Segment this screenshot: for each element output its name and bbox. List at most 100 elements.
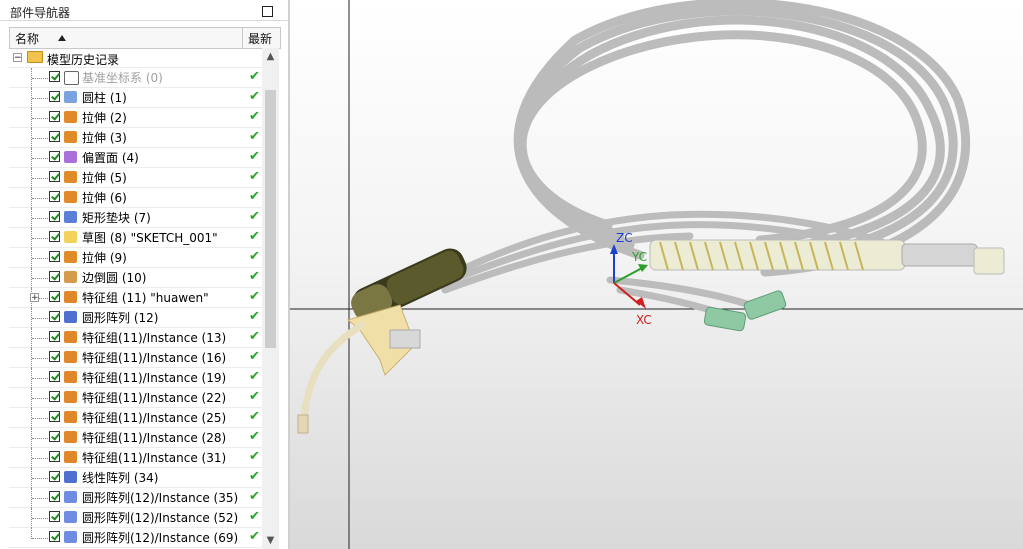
extrude-icon	[64, 111, 77, 123]
tree-row[interactable]: 基准坐标系 (0) ✔	[9, 68, 262, 88]
tree-scrollbar[interactable]: ▲ ▼	[262, 48, 279, 549]
column-divider[interactable]	[242, 28, 243, 48]
up-to-date-check-icon: ✔	[249, 109, 260, 124]
tree-row[interactable]: 特征组(11)/Instance (16) ✔	[9, 348, 262, 368]
scroll-up-icon[interactable]: ▲	[262, 48, 279, 65]
visibility-checkbox[interactable]	[49, 291, 60, 302]
offset-face-icon	[64, 151, 77, 163]
visibility-checkbox[interactable]	[49, 371, 60, 382]
up-to-date-check-icon: ✔	[249, 429, 260, 444]
visibility-checkbox[interactable]	[49, 411, 60, 422]
torch-tip	[297, 414, 309, 434]
visibility-checkbox[interactable]	[49, 271, 60, 282]
feature-label: 特征组(11)/Instance (28)	[82, 431, 227, 445]
visibility-checkbox[interactable]	[49, 451, 60, 462]
visibility-checkbox[interactable]	[49, 511, 60, 522]
tree-row[interactable]: 偏置面 (4) ✔	[9, 148, 262, 168]
up-to-date-check-icon: ✔	[249, 309, 260, 324]
collapse-icon[interactable]: −	[13, 53, 22, 63]
column-header-latest[interactable]: 最新	[248, 30, 272, 47]
visibility-checkbox[interactable]	[49, 331, 60, 342]
sketch-icon	[64, 231, 77, 243]
visibility-checkbox[interactable]	[49, 351, 60, 362]
up-to-date-check-icon: ✔	[249, 89, 260, 104]
feature-group-icon	[64, 331, 77, 343]
tree-connector-line	[32, 238, 48, 239]
tree-row[interactable]: 矩形垫块 (7) ✔	[9, 208, 262, 228]
pad-icon	[64, 211, 77, 223]
tree-row[interactable]: 特征组(11)/Instance (25) ✔	[9, 408, 262, 428]
feature-label: 特征组(11)/Instance (19)	[82, 371, 227, 385]
feature-label: 圆形阵列 (12)	[82, 311, 159, 325]
tree-row[interactable]: 特征组(11)/Instance (28) ✔	[9, 428, 262, 448]
tree-row[interactable]: 特征组(11)/Instance (31) ✔	[9, 448, 262, 468]
visibility-checkbox[interactable]	[49, 211, 60, 222]
visibility-checkbox[interactable]	[49, 151, 60, 162]
up-to-date-check-icon: ✔	[249, 149, 260, 164]
pattern-instance-icon	[64, 511, 77, 523]
datum-csys-icon	[64, 71, 79, 85]
up-to-date-check-icon: ✔	[249, 229, 260, 244]
up-to-date-check-icon: ✔	[249, 509, 260, 524]
tree-connector-line	[32, 218, 48, 219]
column-header-name[interactable]: 名称	[15, 30, 39, 47]
cylinder-icon	[64, 91, 77, 103]
feature-label: 特征组(11)/Instance (22)	[82, 391, 227, 405]
up-to-date-check-icon: ✔	[249, 489, 260, 504]
graphics-viewport[interactable]: ZC YC XC	[290, 0, 1023, 549]
visibility-checkbox[interactable]	[49, 311, 60, 322]
tree-row[interactable]: 圆形阵列(12)/Instance (69) ✔	[9, 528, 262, 548]
visibility-checkbox[interactable]	[49, 91, 60, 102]
visibility-checkbox[interactable]	[49, 111, 60, 122]
visibility-checkbox[interactable]	[49, 231, 60, 242]
tree-row[interactable]: 拉伸 (6) ✔	[9, 188, 262, 208]
feature-group-icon	[64, 411, 77, 423]
tree-root-row[interactable]: − 模型历史记录	[9, 48, 262, 68]
y-axis-arrow	[638, 264, 648, 272]
tree-connector-line	[32, 518, 48, 519]
feature-label: 特征组(11)/Instance (13)	[82, 331, 227, 345]
tree-row[interactable]: 圆形阵列 (12) ✔	[9, 308, 262, 328]
visibility-checkbox[interactable]	[49, 531, 60, 542]
tree-connector-line	[32, 338, 48, 339]
sort-ascending-icon[interactable]	[58, 35, 66, 41]
feature-label: 边倒圆 (10)	[82, 271, 147, 285]
tree-row[interactable]: 拉伸 (5) ✔	[9, 168, 262, 188]
visibility-checkbox[interactable]	[49, 71, 60, 82]
visibility-checkbox[interactable]	[49, 171, 60, 182]
tree-row[interactable]: 特征组(11)/Instance (13) ✔	[9, 328, 262, 348]
tree-row[interactable]: 线性阵列 (34) ✔	[9, 468, 262, 488]
tree-row[interactable]: 拉伸 (2) ✔	[9, 108, 262, 128]
tree-row[interactable]: 圆形阵列(12)/Instance (52) ✔	[9, 508, 262, 528]
visibility-checkbox[interactable]	[49, 491, 60, 502]
tree-connector-line	[32, 438, 48, 439]
visibility-checkbox[interactable]	[49, 191, 60, 202]
up-to-date-check-icon: ✔	[249, 469, 260, 484]
feature-group-icon	[64, 431, 77, 443]
tree-row[interactable]: 圆柱 (1) ✔	[9, 88, 262, 108]
tree-row[interactable]: 特征组(11)/Instance (19) ✔	[9, 368, 262, 388]
tree-row[interactable]: + 特征组 (11) "huawen" ✔	[9, 288, 262, 308]
tree-row[interactable]: 边倒圆 (10) ✔	[9, 268, 262, 288]
visibility-checkbox[interactable]	[49, 471, 60, 482]
maximize-icon[interactable]	[262, 6, 273, 17]
scrollbar-thumb[interactable]	[265, 90, 276, 348]
visibility-checkbox[interactable]	[49, 251, 60, 262]
feature-label: 线性阵列 (34)	[82, 471, 159, 485]
visibility-checkbox[interactable]	[49, 391, 60, 402]
tree-row[interactable]: 圆形阵列(12)/Instance (35) ✔	[9, 488, 262, 508]
feature-label: 圆形阵列(12)/Instance (69)	[82, 531, 239, 545]
tree-row[interactable]: 草图 (8) "SKETCH_001" ✔	[9, 228, 262, 248]
expand-icon[interactable]: +	[30, 293, 39, 303]
part-navigator-panel: 部件导航器 名称 最新 − 模型历史记录 基准坐标系 (0) ✔ 圆柱 (1) ✔ 拉伸…	[0, 0, 288, 549]
tree-row[interactable]: 特征组(11)/Instance (22) ✔	[9, 388, 262, 408]
tree-row[interactable]: 拉伸 (3) ✔	[9, 128, 262, 148]
feature-label: 圆形阵列(12)/Instance (52)	[82, 511, 239, 525]
scroll-down-icon[interactable]: ▼	[262, 532, 279, 549]
feature-label: 特征组(11)/Instance (31)	[82, 451, 227, 465]
tree-connector-line	[32, 278, 48, 279]
visibility-checkbox[interactable]	[49, 131, 60, 142]
feature-label: 特征组 (11) "huawen"	[82, 291, 209, 305]
tree-row[interactable]: 拉伸 (9) ✔	[9, 248, 262, 268]
visibility-checkbox[interactable]	[49, 431, 60, 442]
